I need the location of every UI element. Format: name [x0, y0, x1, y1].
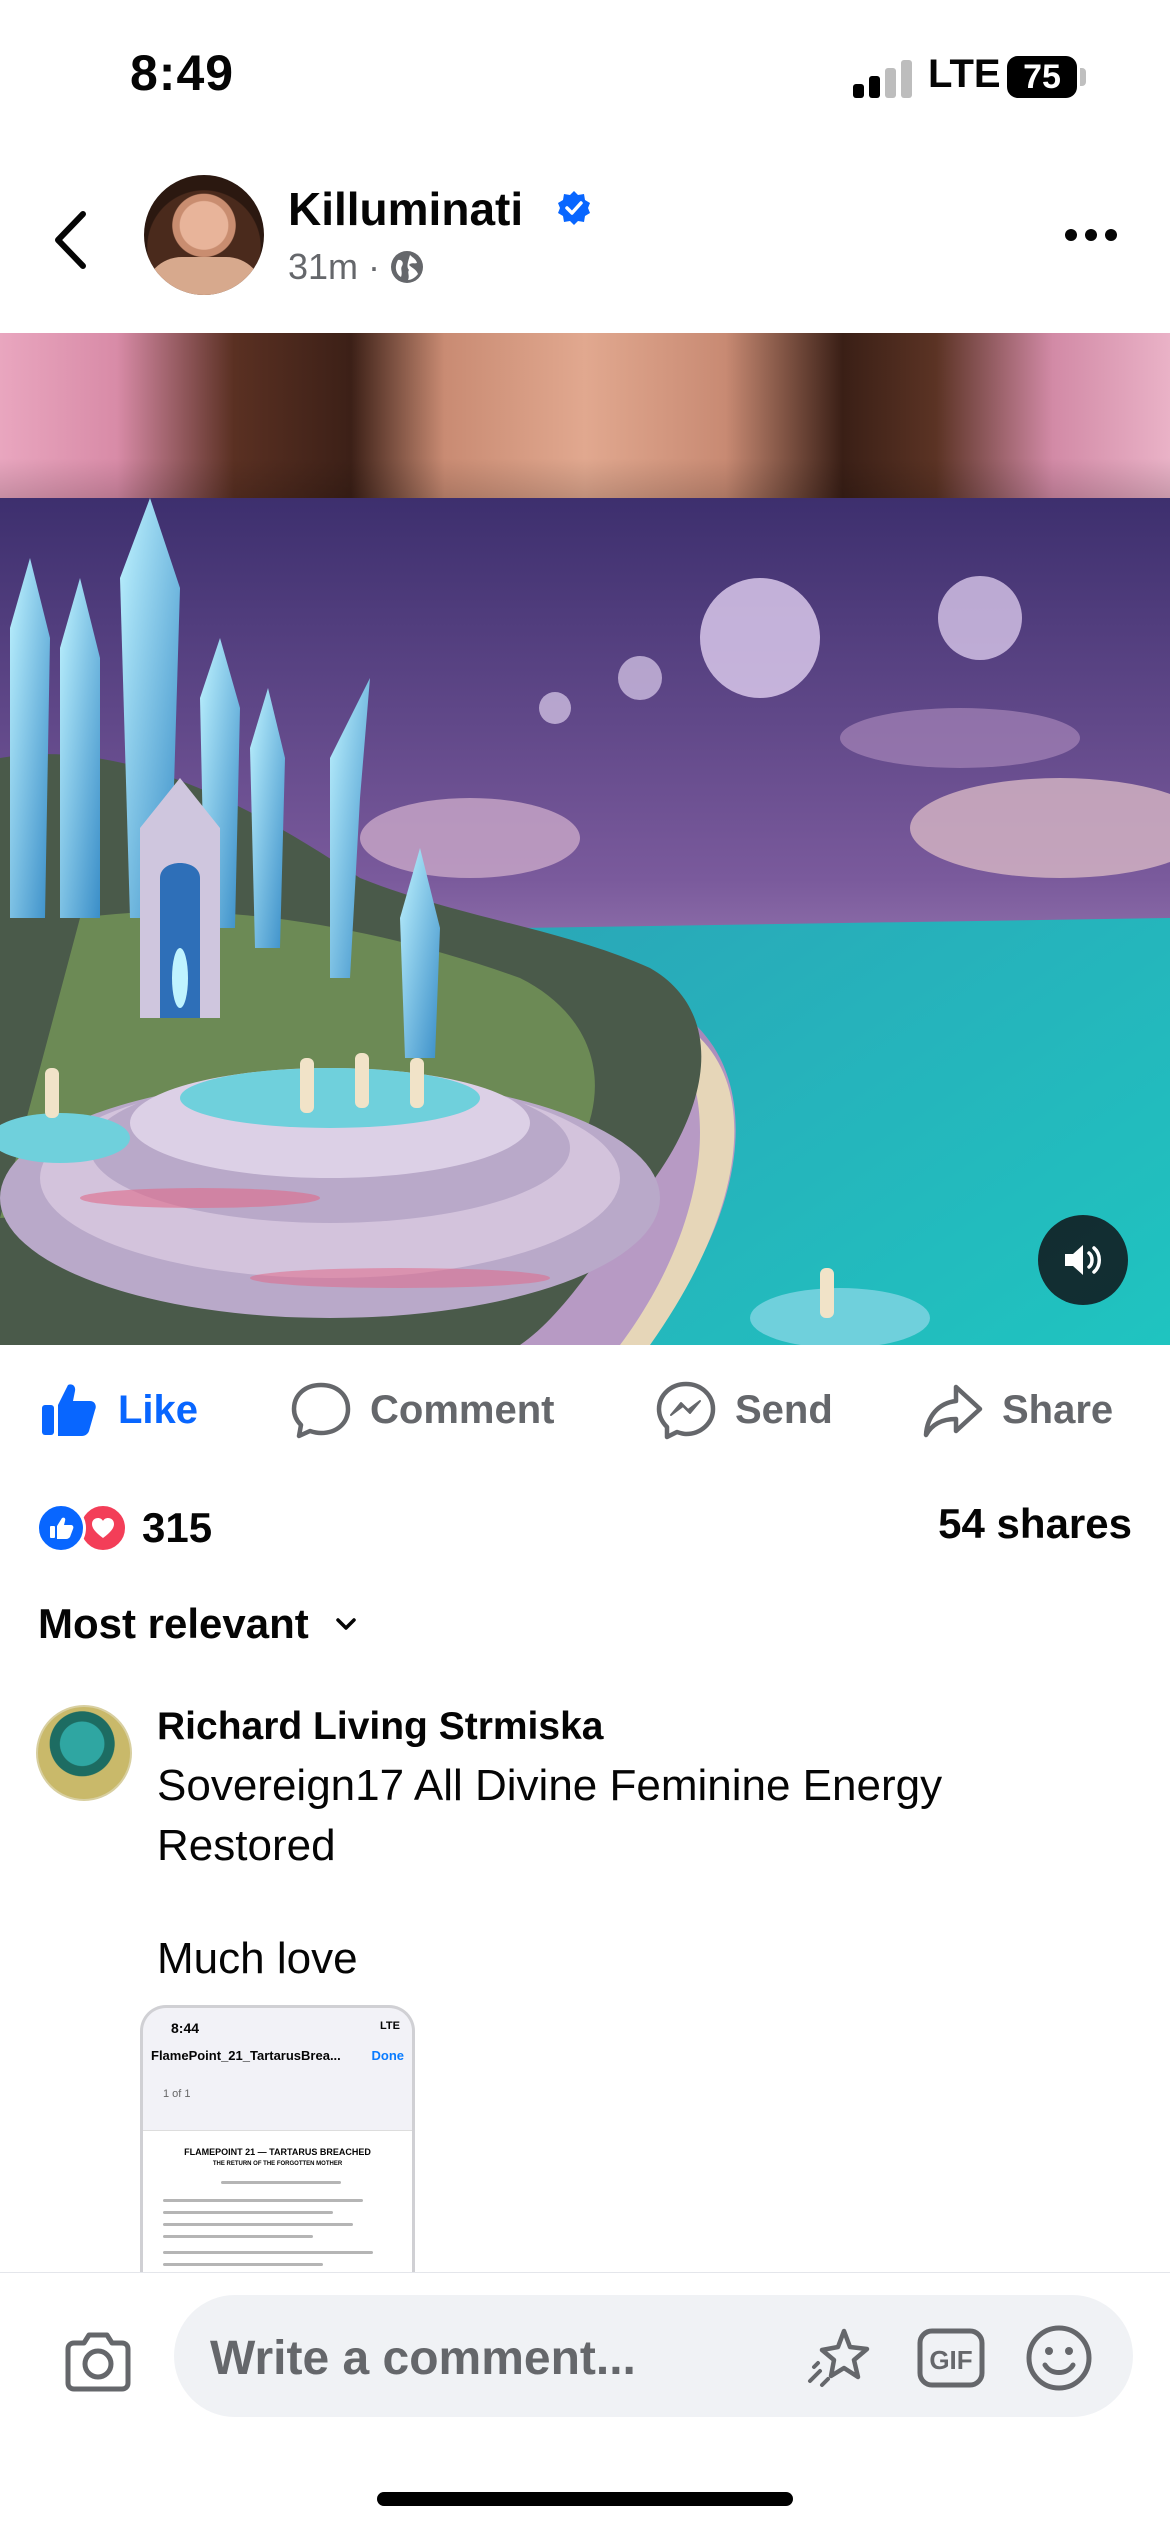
post-meta: 31m · — [288, 246, 424, 288]
reactions-summary[interactable]: 315 — [36, 1498, 212, 1558]
post-image-top[interactable] — [0, 333, 1170, 498]
comment-text: Sovereign17 All Divine Feminine Energy R… — [157, 1761, 943, 1870]
status-time: 8:49 — [130, 45, 235, 101]
like-button[interactable]: Like — [38, 1375, 198, 1445]
attachment-time: 8:44 — [171, 2020, 200, 2036]
post-header: Killuminati 31m · — [0, 160, 1170, 330]
volume-icon — [1065, 1245, 1101, 1275]
attachment-title: FlamePoint_21_TartarusBrea... — [151, 2048, 341, 2063]
comment-button[interactable]: Comment — [290, 1375, 554, 1445]
gif-button[interactable]: GIF — [916, 2323, 986, 2393]
messenger-icon — [656, 1381, 716, 1440]
sticker-button[interactable] — [804, 2323, 874, 2393]
send-button[interactable]: Send — [655, 1375, 833, 1445]
battery-tip — [1080, 68, 1086, 86]
camera-icon — [65, 2332, 131, 2392]
post-image[interactable] — [0, 498, 1170, 1345]
attachment-network: LTE — [380, 2020, 400, 2032]
post-time: 31m — [288, 246, 359, 287]
back-button[interactable] — [45, 205, 95, 275]
author-name[interactable]: Killuminati — [288, 182, 523, 236]
comment-input[interactable]: Write a comment... GIF — [174, 2295, 1133, 2417]
send-label: Send — [735, 1387, 833, 1432]
emoji-button[interactable] — [1024, 2323, 1094, 2393]
chevron-down-icon — [336, 1618, 356, 1630]
attachment-doc-subtitle: THE RETURN OF THE FORGOTTEN MOTHER — [212, 2161, 343, 2167]
reactions-count: 315 — [142, 1504, 213, 1551]
sticker-icon — [808, 2328, 870, 2387]
post-action-bar: Like Comment Send Share — [0, 1345, 1170, 1470]
globe-icon — [391, 251, 424, 283]
like-reaction-icon — [36, 1503, 86, 1553]
more-dot — [1065, 229, 1077, 241]
chevron-left-icon — [55, 211, 86, 269]
share-button[interactable]: Share — [922, 1375, 1113, 1445]
status-bar: 8:49 LTE 75 — [0, 0, 1170, 150]
volume-button[interactable] — [1038, 1215, 1128, 1305]
thumbs-up-icon — [42, 1384, 96, 1436]
comment-icon — [291, 1382, 351, 1439]
sort-label: Most relevant — [38, 1600, 309, 1647]
gif-icon: GIF — [917, 2328, 985, 2388]
verified-badge-icon — [558, 191, 590, 225]
home-indicator[interactable] — [377, 2492, 793, 2506]
svg-text:GIF: GIF — [929, 2345, 972, 2375]
network-label: LTE — [928, 52, 1001, 96]
commenter-avatar[interactable] — [36, 1705, 132, 1801]
more-dot — [1085, 229, 1097, 241]
shares-count[interactable]: 54 shares — [938, 1500, 1132, 1548]
comment-text-line2: Much love — [157, 1934, 358, 1983]
attachment-doc-title: FLAMEPOINT 21 — TARTARUS BREACHED — [184, 2147, 371, 2157]
battery-icon: 75 — [1007, 56, 1077, 98]
more-options-button[interactable] — [1065, 220, 1125, 250]
author-avatar[interactable] — [144, 175, 264, 295]
share-arrow-icon — [923, 1384, 983, 1438]
attachment-done: Done — [371, 2048, 405, 2063]
attachment-status-bar: 8:44 LTE — [143, 2008, 412, 2048]
share-label: Share — [1002, 1387, 1114, 1432]
comment-placeholder: Write a comment... — [210, 2332, 636, 2385]
attachment-page: 1 of 1 — [163, 2088, 191, 2100]
comment-label: Comment — [370, 1387, 555, 1432]
camera-button[interactable] — [60, 2325, 136, 2401]
comment-author[interactable]: Richard Living Strmiska — [157, 1705, 603, 1749]
comment-sort-dropdown[interactable]: Most relevant — [38, 1600, 357, 1648]
more-dot — [1105, 229, 1117, 241]
signal-icon — [853, 58, 913, 98]
like-label: Like — [118, 1387, 199, 1432]
meta-separator: · — [368, 246, 381, 287]
emoji-icon — [1026, 2325, 1092, 2391]
